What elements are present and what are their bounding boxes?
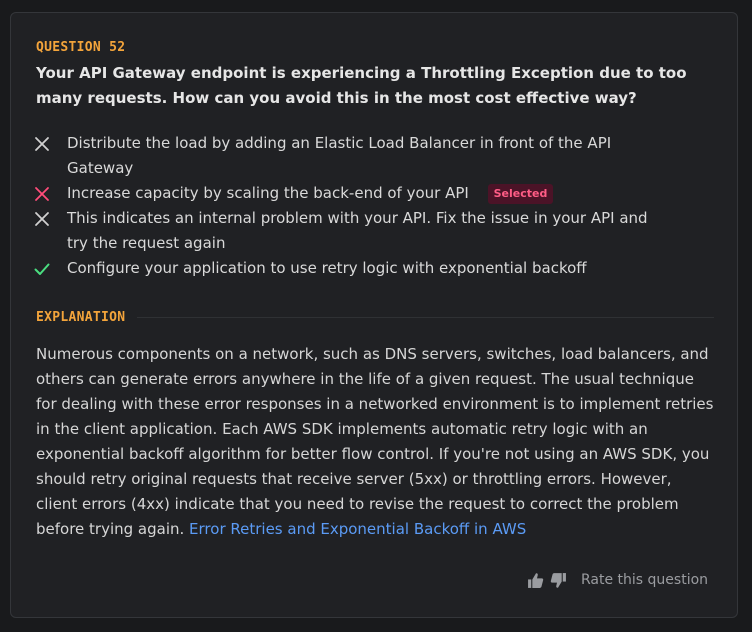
explanation-text: Numerous components on a network, such a… (36, 342, 716, 542)
thumbs-up-icon[interactable] (527, 572, 544, 589)
question-card: QUESTION 52 Your API Gateway endpoint is… (10, 12, 738, 618)
divider (137, 316, 714, 318)
question-number: QUESTION 52 (36, 40, 126, 55)
option-3[interactable]: This indicates an internal problem with … (33, 206, 673, 256)
option-4[interactable]: Configure your application to use retry … (33, 256, 673, 281)
option-text: Distribute the load by adding an Elastic… (67, 134, 612, 177)
question-text: Your API Gateway endpoint is experiencin… (36, 64, 687, 107)
x-icon (35, 187, 49, 201)
thumbs-down-icon[interactable] (550, 572, 567, 589)
rate-question-label[interactable]: Rate this question (581, 572, 708, 588)
rating-bar: Rate this question (527, 570, 708, 590)
answer-options: Distribute the load by adding an Elastic… (33, 131, 673, 281)
explanation-body: Numerous components on a network, such a… (36, 345, 714, 538)
option-text: This indicates an internal problem with … (67, 209, 648, 252)
x-icon (35, 212, 49, 226)
option-1[interactable]: Distribute the load by adding an Elastic… (33, 131, 673, 181)
option-text: Configure your application to use retry … (67, 259, 587, 277)
explanation-label: EXPLANATION (36, 309, 126, 325)
option-2[interactable]: Increase capacity by scaling the back-en… (33, 181, 673, 206)
x-icon (35, 137, 49, 151)
reference-link[interactable]: Error Retries and Exponential Backoff in… (189, 520, 526, 538)
check-icon (34, 263, 50, 275)
option-text: Increase capacity by scaling the back-en… (67, 184, 469, 202)
selected-badge: Selected (487, 184, 554, 204)
explanation-header: EXPLANATION (36, 307, 714, 327)
